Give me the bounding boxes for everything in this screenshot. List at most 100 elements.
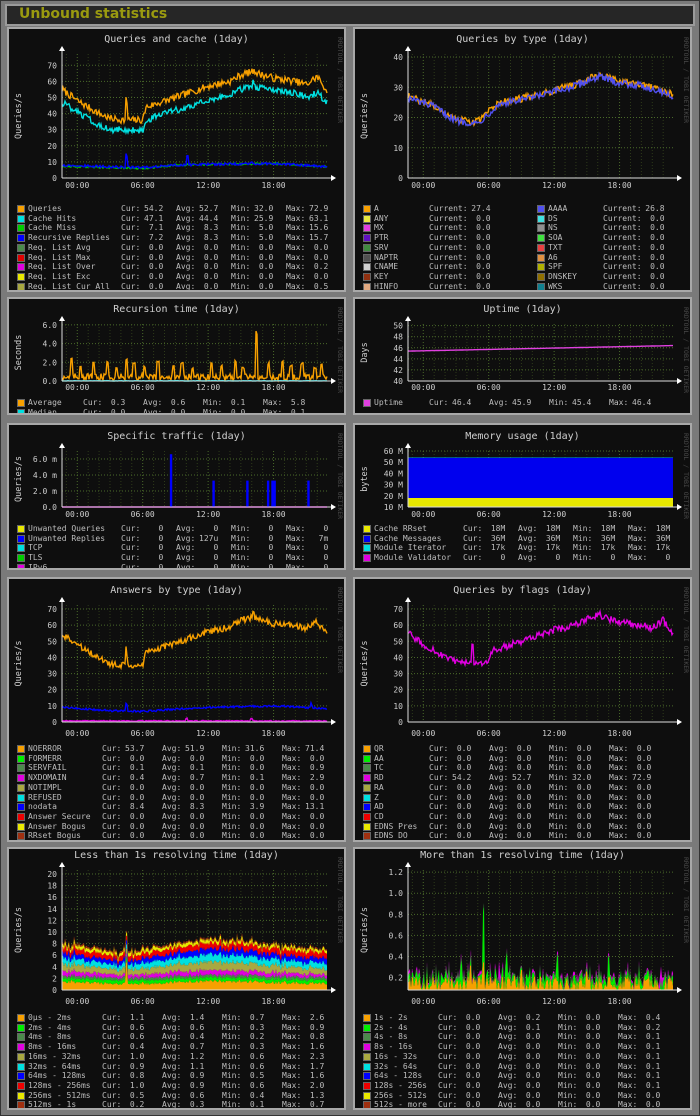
legend-series-name: 32ms - 64ms bbox=[28, 1061, 81, 1071]
legend-cur: Cur: 0 bbox=[463, 553, 505, 563]
y-tick-label: 44 bbox=[393, 355, 403, 364]
stat-value: 0.3 bbox=[249, 1042, 265, 1052]
stat-value: 1.1 bbox=[129, 1013, 145, 1022]
line-nodata bbox=[61, 700, 328, 714]
legend-series-name: Req. List Exc bbox=[28, 271, 91, 281]
legend-swatch bbox=[17, 1101, 25, 1108]
x-tick-label: 18:00 bbox=[608, 510, 632, 519]
legend-avg: Avg: 8.3 bbox=[176, 233, 218, 243]
stat-value: 1.1 bbox=[189, 1061, 205, 1071]
stat-value: 0.0 bbox=[465, 1022, 481, 1032]
stat-label: Cur: bbox=[121, 524, 141, 533]
stat-value: 0.0 bbox=[465, 1080, 481, 1090]
stat-label: Cur: bbox=[102, 753, 122, 763]
y-tick-label: 20 M bbox=[384, 492, 403, 501]
chart-title: Queries by flags (1day) bbox=[453, 585, 591, 596]
legend-max: Max: 46.4 bbox=[609, 398, 651, 408]
legend-avg: Avg: 0.0 bbox=[498, 1081, 540, 1091]
stat-label: Max: bbox=[286, 562, 306, 570]
stat-value: 0.3 bbox=[189, 1100, 205, 1110]
legend-swatch bbox=[17, 764, 25, 773]
stat-label: Cur: bbox=[429, 792, 449, 802]
x-tick-label: 00:00 bbox=[65, 997, 89, 1006]
y-tick-label: 30 bbox=[47, 126, 57, 135]
legend-cur: Cur: 0.0 bbox=[102, 831, 144, 840]
x-tick-label: 18:00 bbox=[262, 383, 286, 392]
y-axis-arrow-icon bbox=[59, 316, 65, 321]
stat-value: 0.0 bbox=[476, 281, 491, 291]
x-tick-label: 12:00 bbox=[542, 181, 566, 190]
legend-series-name: Z bbox=[374, 792, 379, 802]
stat-label: Cur: bbox=[121, 271, 141, 281]
chart-title: Queries by type (1day) bbox=[456, 34, 588, 45]
legend-min: Min: 0 bbox=[231, 534, 273, 544]
legend-min: Min: 0.4 bbox=[222, 1091, 264, 1101]
legend-current: Current: 0.0 bbox=[603, 214, 665, 224]
x-tick-label: 06:00 bbox=[477, 729, 501, 738]
legend-series-name: KEY bbox=[374, 271, 389, 281]
legend-avg: Avg: 52.7 bbox=[489, 773, 531, 783]
legend-series-name: 4ms - 8ms bbox=[28, 1032, 72, 1042]
x-axis-arrow-icon bbox=[677, 987, 682, 993]
stat-label: Cur: bbox=[121, 204, 141, 213]
legend-avg: Avg: 127u bbox=[176, 534, 218, 544]
legend-series-name: EDNS Pres bbox=[374, 821, 418, 831]
legend-avg: Avg: 0.0 bbox=[498, 1100, 540, 1108]
legend-max: Max: 0.0 bbox=[286, 253, 328, 263]
stat-value: 0.0 bbox=[258, 271, 274, 281]
stat-value: 46.4 bbox=[632, 398, 652, 407]
stat-label: Avg: bbox=[518, 533, 538, 543]
stat-value: 0.0 bbox=[525, 1061, 541, 1071]
legend-min: Min: 0.0 bbox=[222, 754, 264, 764]
stat-value: 1.2 bbox=[189, 1051, 205, 1061]
x-tick-label: 00:00 bbox=[411, 510, 435, 519]
legend-series-name: PX bbox=[374, 291, 384, 292]
stat-label: Min: bbox=[222, 753, 242, 763]
stat-value: 0.0 bbox=[476, 242, 491, 252]
legend-swatch bbox=[17, 1014, 25, 1022]
legend-series-name: 64s - 128s bbox=[374, 1071, 423, 1081]
stat-label: Min: bbox=[558, 1042, 578, 1052]
y-tick-label: 10 bbox=[47, 702, 57, 711]
legend-series-name: SPF bbox=[548, 262, 563, 272]
stat-label: Max: bbox=[618, 1080, 638, 1090]
stat-value: 25.9 bbox=[254, 213, 274, 223]
legend-max: Max: 2.6 bbox=[282, 1013, 324, 1023]
legend-max: Max: 0.1 bbox=[618, 1071, 660, 1081]
legend-series-name: NAPTR bbox=[374, 252, 399, 262]
rrdtool-watermark: RRDTOOL / TOBI OETIKER bbox=[336, 37, 344, 123]
stat-value: 0.0 bbox=[636, 802, 652, 812]
x-axis-arrow-icon bbox=[677, 175, 682, 181]
legend-series-name: SRV bbox=[374, 242, 389, 252]
y-axis-label: bytes bbox=[360, 466, 370, 492]
stat-label: Avg: bbox=[489, 398, 509, 407]
legend-swatch bbox=[363, 554, 371, 563]
stat-label: Avg: bbox=[162, 1100, 182, 1110]
stat-value: 0.0 bbox=[468, 291, 491, 292]
stat-value: 0.4 bbox=[129, 1042, 145, 1052]
stat-label: Min: bbox=[222, 1090, 242, 1100]
x-tick-label: 06:00 bbox=[477, 383, 501, 392]
stat-label: Min: bbox=[558, 1022, 578, 1032]
stat-value: 0.0 bbox=[258, 242, 274, 252]
y-tick-label: 0.8 bbox=[389, 910, 404, 919]
legend-cur: Cur: 0.0 bbox=[438, 1081, 480, 1091]
legend-max: Max: 0.0 bbox=[618, 1100, 660, 1108]
legend-min: Min: 0.7 bbox=[222, 1013, 264, 1023]
legend-series-name: Answer Secure bbox=[28, 811, 91, 821]
legend-min: Min: 0.0 bbox=[549, 754, 591, 764]
stat-label: Max: bbox=[609, 763, 629, 773]
y-tick-label: 42 bbox=[393, 366, 403, 375]
y-tick-label: 4 bbox=[52, 963, 57, 972]
legend-min: Min: 0.5 bbox=[222, 1071, 264, 1081]
legend-avg: Avg: 0 bbox=[518, 553, 560, 563]
legend-swatch bbox=[363, 1062, 371, 1071]
stat-label: Max: bbox=[286, 271, 306, 281]
y-tick-label: 50 bbox=[393, 637, 403, 646]
y-tick-label: 6 bbox=[52, 951, 57, 960]
y-tick-label: 16 bbox=[47, 893, 57, 902]
stat-value: 0.0 bbox=[650, 242, 665, 252]
stat-value: 0.0 bbox=[585, 1080, 601, 1090]
stat-value: 0.7 bbox=[249, 1013, 265, 1022]
legend-swatch bbox=[17, 812, 25, 821]
